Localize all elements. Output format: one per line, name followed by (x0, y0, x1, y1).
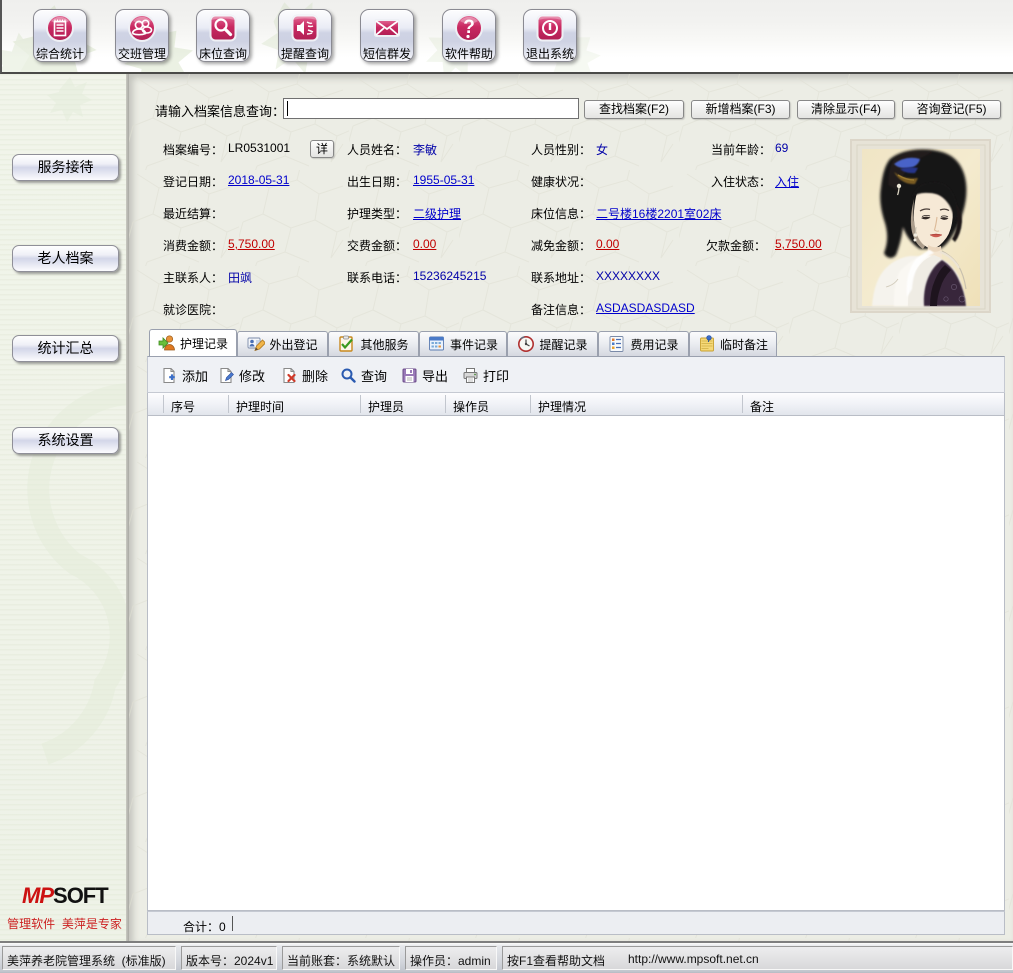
svg-text:?: ? (463, 17, 475, 38)
